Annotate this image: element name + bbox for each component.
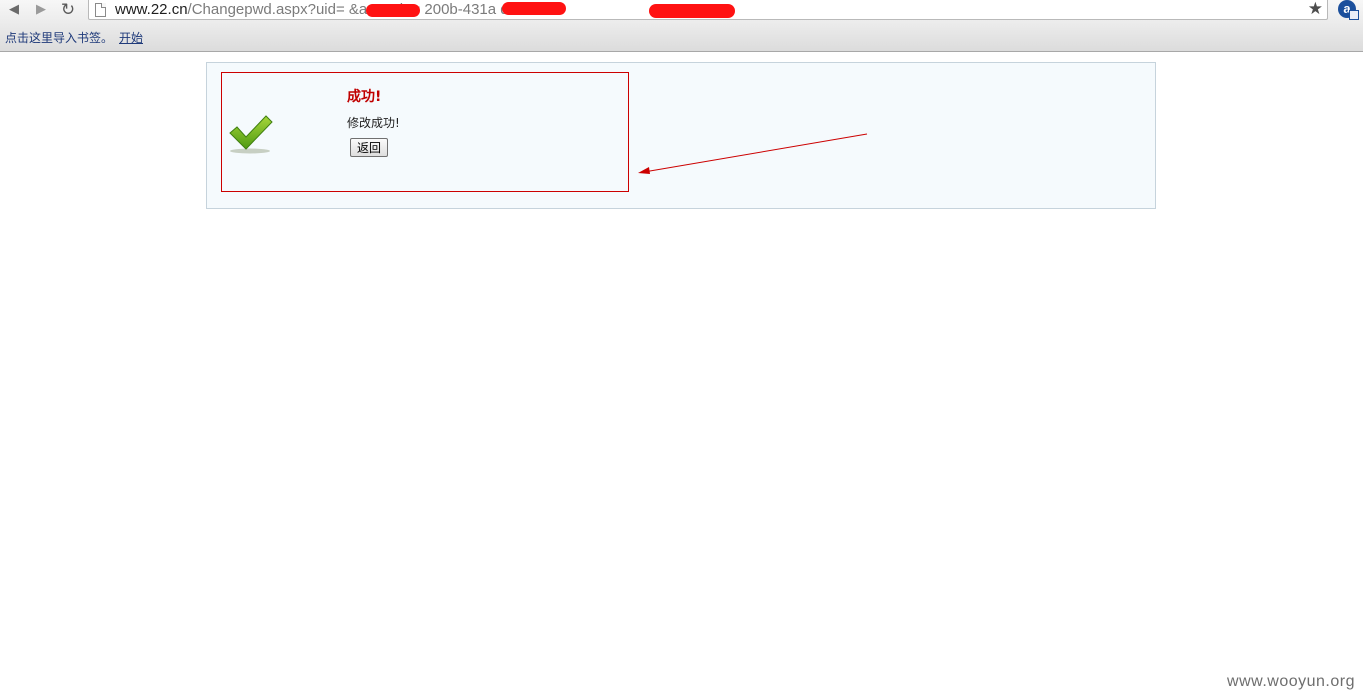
bookmarks-import-hint[interactable]: 点击这里导入书签。 [5, 29, 113, 46]
back-icon[interactable]: ◀ [4, 1, 24, 19]
page-icon [95, 3, 106, 17]
forward-icon[interactable]: ▶ [31, 1, 51, 19]
browser-toolbar: ◀ ▶ ↻ www.22.cn/Changepwd.aspx?uid= &act… [0, 0, 1363, 22]
url-text[interactable]: www.22.cn/Changepwd.aspx?uid= &actcode= … [115, 0, 559, 19]
success-message: 修改成功! [347, 116, 400, 130]
checkmark-icon [229, 115, 273, 154]
success-title: 成功! [347, 89, 382, 105]
bookmarks-start-link[interactable]: 开始 [119, 29, 143, 46]
url-host: www.22.cn [115, 1, 188, 18]
address-bar[interactable]: www.22.cn/Changepwd.aspx?uid= &actcode= … [88, 0, 1328, 20]
star-icon[interactable]: ★ [1308, 0, 1323, 19]
reload-icon[interactable]: ↻ [58, 1, 78, 19]
redaction-mark [366, 4, 420, 17]
extension-icon[interactable]: a [1338, 0, 1359, 20]
redaction-mark [649, 4, 735, 18]
annotation-arrow [638, 133, 868, 174]
annotation-highlight-box [221, 72, 629, 192]
redaction-mark [502, 2, 566, 15]
watermark: www.wooyun.org [1227, 673, 1355, 690]
back-button[interactable]: 返回 [350, 138, 389, 157]
bookmarks-bar: 点击这里导入书签。 开始 [0, 22, 1363, 52]
